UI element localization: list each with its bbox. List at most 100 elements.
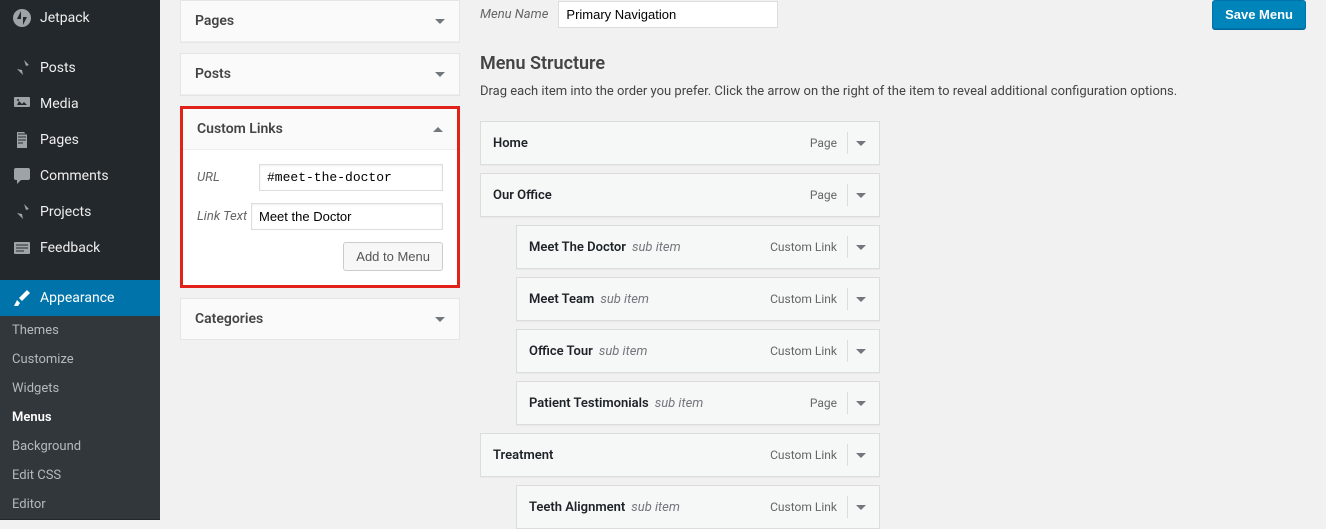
sidebar-item-feedback[interactable]: Feedback	[0, 230, 160, 266]
menu-item-type: Custom Link	[770, 344, 837, 358]
feedback-icon	[12, 238, 32, 258]
chevron-down-icon	[435, 19, 445, 24]
accordion-pages-title: Pages	[195, 13, 234, 29]
save-menu-button[interactable]: Save Menu	[1212, 0, 1306, 29]
accordion-posts-toggle[interactable]: Posts	[181, 54, 459, 95]
menu-item-expand[interactable]	[847, 132, 873, 154]
menu-item[interactable]: Home Page	[480, 121, 880, 165]
url-label: URL	[197, 170, 259, 185]
sidebar-item-label: Posts	[40, 60, 76, 76]
sidebar-item-label: Jetpack	[40, 10, 90, 26]
menu-item-type: Custom Link	[770, 448, 837, 462]
chevron-down-icon	[856, 453, 866, 458]
menu-item[interactable]: Treatment Custom Link	[480, 433, 880, 477]
sub-item-tag: sub item	[631, 500, 680, 515]
accordion-custom-links: Custom Links URL Link Text Add to Menu	[180, 106, 460, 288]
link-text-input[interactable]	[251, 203, 443, 230]
sidebar-item-jetpack[interactable]: Jetpack	[0, 0, 160, 36]
sidebar-item-label: Pages	[40, 132, 79, 148]
menu-item[interactable]: Meet Teamsub itemCustom Link	[516, 277, 880, 321]
sidebar-item-comments[interactable]: Comments	[0, 158, 160, 194]
menu-item-type: Custom Link	[770, 292, 837, 306]
metabox-column: Pages Posts Custom Links URL	[180, 0, 460, 500]
sidebar-item-label: Comments	[40, 168, 109, 184]
menu-item-title: Home	[493, 136, 528, 151]
accordion-pages-toggle[interactable]: Pages	[181, 1, 459, 42]
pin-icon	[12, 202, 32, 222]
sidebar-item-posts[interactable]: Posts	[0, 50, 160, 86]
menu-item-type: Page	[810, 396, 837, 410]
menu-name-label: Menu Name	[480, 7, 548, 22]
menu-item-expand[interactable]	[847, 496, 873, 518]
chevron-down-icon	[856, 245, 866, 250]
sub-item-tag: sub item	[599, 344, 648, 359]
sidebar-sub-item-customize[interactable]: Customize	[0, 345, 160, 374]
menu-item[interactable]: Patient Testimonials sub item Page	[516, 381, 880, 425]
sidebar-item-label: Projects	[40, 204, 91, 220]
accordion-categories-toggle[interactable]: Categories	[181, 299, 459, 339]
menu-item-title: Meet Team	[529, 292, 594, 307]
accordion-posts: Posts	[180, 53, 460, 96]
menu-item-type: Custom Link	[770, 240, 837, 254]
sidebar-item-label: Appearance	[40, 290, 114, 306]
menu-item-title: Teeth Alignment	[529, 500, 625, 515]
sidebar-sub-item-widgets[interactable]: Widgets	[0, 374, 160, 403]
accordion-custom-links-title: Custom Links	[197, 121, 283, 137]
sidebar-item-pages[interactable]: Pages	[0, 122, 160, 158]
media-icon	[12, 94, 32, 114]
pin-icon	[12, 58, 32, 78]
sidebar-sub-item-background[interactable]: Background	[0, 432, 160, 461]
chevron-down-icon	[856, 141, 866, 146]
sidebar-item-appearance[interactable]: Appearance	[0, 280, 160, 316]
comment-icon	[12, 166, 32, 186]
menu-item[interactable]: Teeth Alignmentsub itemCustom Link	[516, 485, 880, 529]
chevron-down-icon	[435, 72, 445, 77]
menu-structure-title: Menu Structure	[480, 53, 1306, 74]
sidebar-sub-item-themes[interactable]: Themes	[0, 316, 160, 345]
sidebar-item-label: Media	[40, 96, 79, 112]
menu-name-input[interactable]	[558, 1, 778, 28]
chevron-down-icon	[856, 349, 866, 354]
menu-editor: Menu Name Save Menu Menu Structure Drag …	[480, 0, 1306, 500]
menu-item[interactable]: Office Tour sub item Custom Link	[516, 329, 880, 373]
menu-item-expand[interactable]	[847, 392, 873, 414]
chevron-down-icon	[435, 317, 445, 322]
sidebar-sub-item-editor[interactable]: Editor	[0, 490, 160, 519]
menu-item-title: Meet The Doctor	[529, 240, 626, 255]
appearance-submenu: ThemesCustomizeWidgetsMenusBackgroundEdi…	[0, 316, 160, 519]
sidebar-item-projects[interactable]: Projects	[0, 194, 160, 230]
url-input[interactable]	[259, 164, 443, 191]
sidebar-item-media[interactable]: Media	[0, 86, 160, 122]
menu-item[interactable]: Meet The Doctor sub item Custom Link	[516, 225, 880, 269]
menu-item-type: Page	[810, 136, 837, 150]
sidebar-item-label: Feedback	[40, 240, 100, 256]
menu-item[interactable]: Our OfficePage	[480, 173, 880, 217]
menu-item-title: Patient Testimonials	[529, 396, 649, 411]
menu-item-title: Office Tour	[529, 344, 593, 359]
menu-item-title: Treatment	[493, 448, 553, 463]
accordion-posts-title: Posts	[195, 66, 231, 82]
accordion-categories-title: Categories	[195, 311, 263, 327]
sub-item-tag: sub item	[655, 396, 704, 411]
menu-item-expand[interactable]	[847, 288, 873, 310]
menu-item-expand[interactable]	[847, 184, 873, 206]
accordion-custom-links-toggle[interactable]: Custom Links	[183, 109, 457, 150]
chevron-down-icon	[856, 401, 866, 406]
menu-item-expand[interactable]	[847, 340, 873, 362]
sidebar-sub-item-edit-css[interactable]: Edit CSS	[0, 461, 160, 490]
chevron-down-icon	[856, 505, 866, 510]
brush-icon	[12, 288, 32, 308]
add-to-menu-button[interactable]: Add to Menu	[343, 242, 443, 271]
jetpack-icon	[12, 8, 32, 28]
menu-item-expand[interactable]	[847, 236, 873, 258]
menu-item-title: Our Office	[493, 188, 552, 203]
menu-item-expand[interactable]	[847, 444, 873, 466]
chevron-down-icon	[856, 193, 866, 198]
chevron-up-icon	[433, 127, 443, 132]
chevron-down-icon	[856, 297, 866, 302]
sub-item-tag: sub item	[632, 240, 681, 255]
accordion-categories: Categories	[180, 298, 460, 340]
link-text-label: Link Text	[197, 209, 251, 224]
page-icon	[12, 130, 32, 150]
sidebar-sub-item-menus[interactable]: Menus	[0, 403, 160, 432]
